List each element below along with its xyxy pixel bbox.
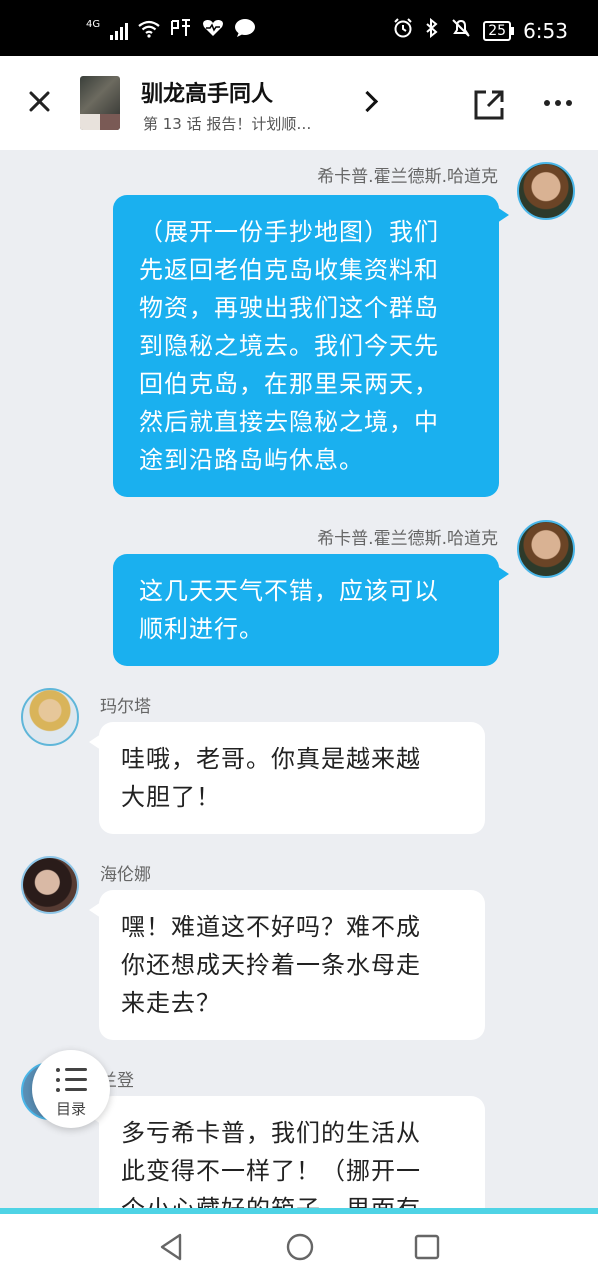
message-line: 你还想成天拎着一条水母走	[121, 951, 421, 979]
message-line: 此变得不一样了！（挪开一	[121, 1157, 421, 1185]
message-bubble: 多亏希卡普，我们的生活从 此变得不一样了！（挪开一 个小心藏好的箱子，里面有	[89, 1096, 485, 1208]
message-line: 多亏希卡普，我们的生活从	[121, 1119, 421, 1147]
back-icon[interactable]	[158, 1232, 184, 1266]
message-author: 希卡普.霍兰德斯.哈道克	[317, 529, 498, 549]
message-line: 哇哦，老哥。你真是越来越	[121, 745, 421, 773]
recent-apps-icon[interactable]	[413, 1232, 441, 1266]
status-bar: 4G 25 6:53	[0, 0, 598, 56]
message-line: （展开一份手抄地图）我们	[139, 218, 439, 246]
chevron-right-icon[interactable]	[356, 90, 379, 113]
toc-label: 目录	[55, 1100, 86, 1118]
message-line: 到隐秘之境去。我们今天先	[139, 332, 439, 360]
message-line: 大胆了！	[121, 783, 221, 811]
network-type: 4G	[86, 19, 101, 30]
system-nav-bar	[0, 1214, 598, 1280]
message-bubble-icon	[234, 18, 256, 43]
message-line: 然后就直接去隐秘之境，中	[139, 408, 439, 436]
message-bubble: 嘿！难道这不好吗？难不成 你还想成天拎着一条水母走 来走去？	[89, 890, 485, 1040]
status-right: 25 6:53	[393, 17, 568, 43]
book-cover[interactable]	[80, 76, 120, 130]
message-line: 先返回老伯克岛收集资料和	[139, 256, 439, 284]
status-left: 4G	[86, 18, 256, 43]
more-icon[interactable]	[544, 100, 572, 106]
health-heart-icon	[202, 18, 224, 43]
message-bubble: （展开一份手抄地图）我们 先返回老伯克岛收集资料和 物资，再驶出我们这个群岛 到…	[113, 195, 509, 497]
reader-header: 驯龙高手同人 第 13 话 报告！计划顺…	[0, 56, 598, 150]
message-line: 物资，再驶出我们这个群岛	[139, 294, 439, 322]
cover-thumb-left	[80, 114, 100, 130]
battery-icon: 25	[483, 20, 514, 41]
message-line: 来走去？	[121, 989, 221, 1017]
message-line: 嘿！难道这不好吗？难不成	[121, 913, 421, 941]
wifi-icon	[138, 19, 160, 43]
message-line: 个小心藏好的箱子，里面有	[121, 1190, 463, 1208]
message-bubble: 哇哦，老哥。你真是越来越 大胆了！	[89, 722, 485, 834]
avatar-marta[interactable]	[21, 688, 79, 746]
avatar-hiccup[interactable]	[517, 162, 575, 220]
message-line: 途到沿路岛屿休息。	[139, 446, 364, 474]
message-author: 玛尔塔	[100, 697, 151, 717]
message-line: 顺利进行。	[139, 615, 264, 643]
message-author: 海伦娜	[100, 865, 151, 885]
message-line: 回伯克岛，在那里呆两天，	[139, 370, 439, 398]
avatar-hiccup[interactable]	[517, 520, 575, 578]
cover-thumb-right	[100, 114, 120, 130]
clock: 6:53	[523, 18, 568, 43]
alarm-icon	[393, 18, 413, 43]
mute-bell-icon	[451, 18, 471, 43]
bluetooth-icon	[425, 17, 439, 43]
message-line: 这几天天气不错，应该可以	[139, 577, 439, 605]
avatar-helena[interactable]	[21, 856, 79, 914]
message-author: 希卡普.霍兰德斯.哈道克	[317, 167, 498, 187]
close-icon[interactable]	[24, 86, 56, 118]
chapter-subtitle[interactable]: 第 13 话 报告！计划顺…	[143, 113, 311, 134]
signal-icon	[110, 22, 129, 40]
message-bubble: 这几天天气不错，应该可以 顺利进行。	[113, 554, 509, 666]
list-icon	[56, 1066, 88, 1094]
toc-button[interactable]: 目录	[32, 1050, 110, 1128]
book-title[interactable]: 驯龙高手同人	[141, 76, 273, 108]
chat-area[interactable]: 希卡普.霍兰德斯.哈道克 （展开一份手抄地图）我们 先返回老伯克岛收集资料和 物…	[0, 150, 598, 1208]
home-icon[interactable]	[285, 1232, 315, 1266]
listen-app-icon	[170, 18, 192, 43]
